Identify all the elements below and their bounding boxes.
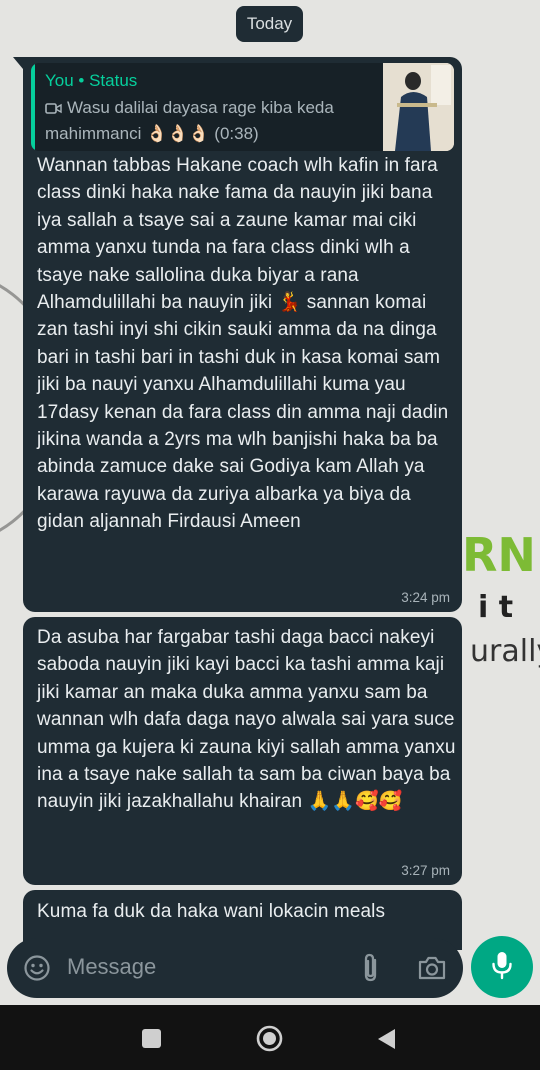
attach-icon[interactable] (358, 952, 384, 989)
wallpaper-logo-fragment: RN (462, 528, 536, 582)
message-text: Da asuba har fargabar tashi daga bacci n… (37, 627, 456, 813)
quote-author: You • Status (45, 71, 138, 90)
status-thumbnail (383, 63, 454, 151)
system-navigation-bar (0, 1005, 540, 1070)
wallpaper-text-fragment: i t (478, 590, 514, 625)
video-icon (45, 98, 62, 122)
quote-text: Wasu dalilai dayasa rage kiba keda mahim… (45, 98, 334, 143)
wallpaper-text-fragment: urally (470, 634, 540, 669)
message-bubble-incoming[interactable]: You • Status Wasu dalilai dayasa rage ki… (13, 57, 462, 612)
message-composer[interactable]: Message (7, 938, 463, 998)
emoji-icon[interactable] (23, 954, 51, 987)
camera-icon[interactable] (417, 954, 447, 987)
date-chip: Today (236, 6, 303, 42)
message-timestamp: 3:27 pm (401, 863, 450, 878)
nav-home-icon[interactable] (256, 1025, 283, 1057)
mic-button[interactable] (471, 936, 533, 998)
nav-recents-icon[interactable] (142, 1029, 161, 1048)
message-timestamp: 3:24 pm (401, 590, 450, 605)
mic-icon (490, 950, 514, 985)
quote-text-wrapper: Wasu dalilai dayasa rage kiba keda mahim… (45, 96, 385, 146)
message-text: Wannan tabbas Hakane coach wlh kafin in … (37, 155, 449, 533)
message-input[interactable]: Message (67, 954, 156, 980)
message-text: Kuma fa duk da haka wani lokacin meals (37, 901, 386, 922)
nav-back-icon[interactable] (376, 1027, 398, 1056)
quote-accent-bar (31, 63, 35, 151)
quoted-status-reply[interactable]: You • Status Wasu dalilai dayasa rage ki… (31, 63, 454, 151)
message-bubble-incoming[interactable]: Da asuba har fargabar tashi daga bacci n… (23, 617, 462, 885)
